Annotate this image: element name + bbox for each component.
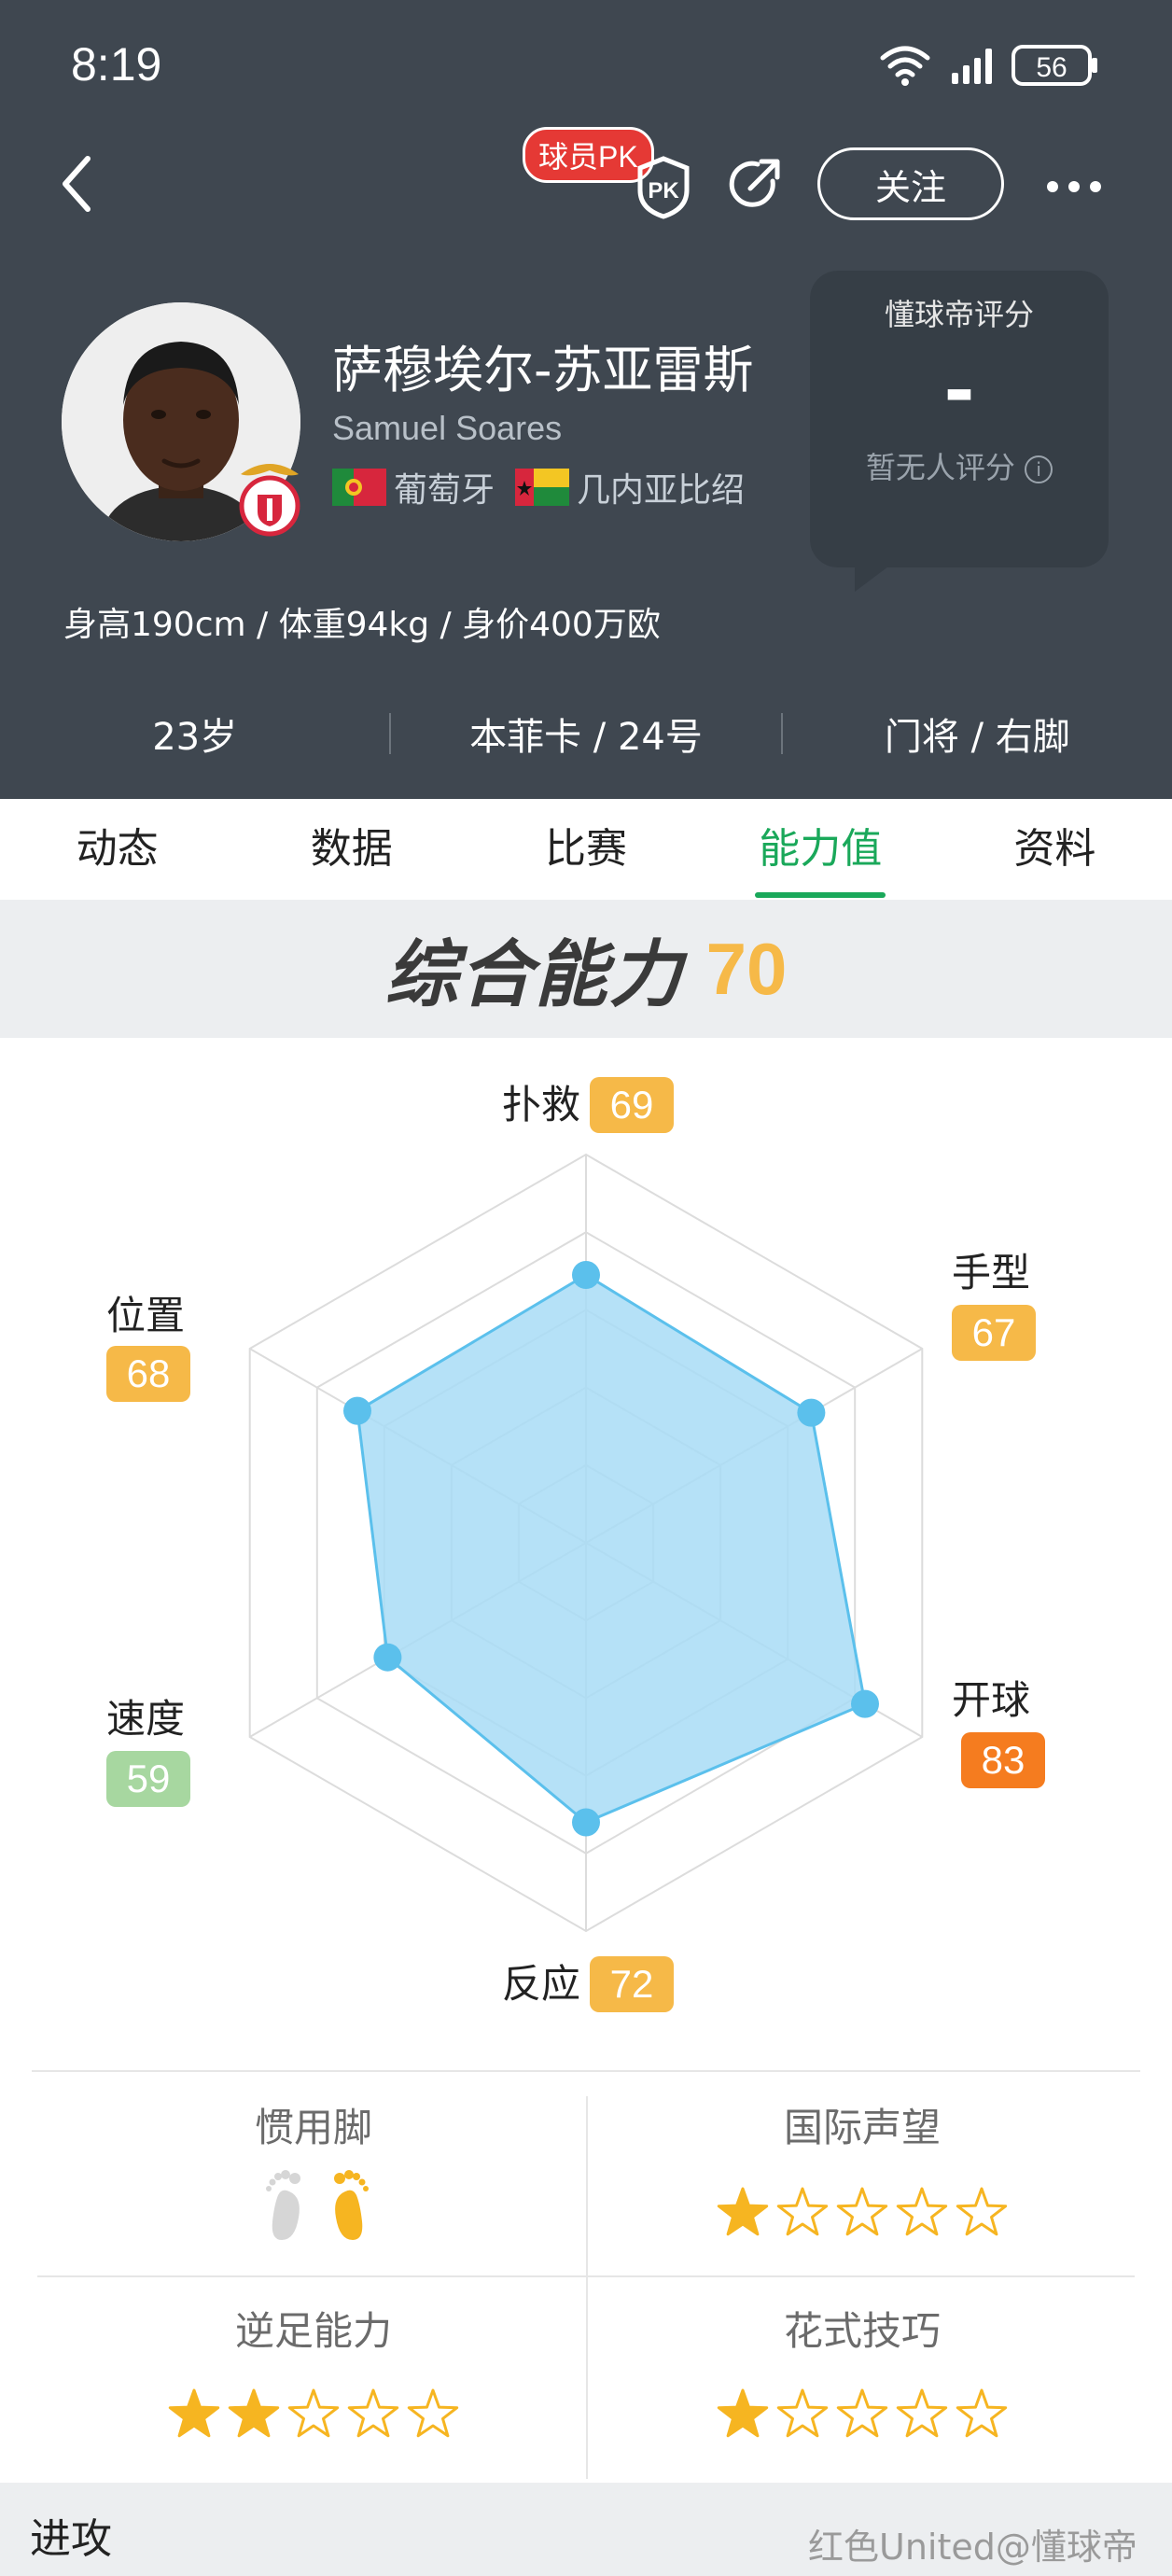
international-reputation-stars [601,2184,1123,2240]
ability-radar-chart: 扑救 69 手型 67 开球 83 反应 72 速度 59 位置 68 [0,1038,1172,2046]
international-reputation-title: 国际声望 [783,2105,941,2150]
nationality-2: 几内亚比绍 [577,471,746,510]
svg-text:PK: PK [648,178,679,203]
meta-club[interactable]: 本菲卡 / 24号 [391,707,780,761]
preferred-foot-title: 惯用脚 [254,2105,372,2150]
star-filled-icon [717,2187,769,2236]
player-header: 8:19 56 球员PK PK 关注 萨穆埃尔-苏亚雷斯 Samuel Soar… [0,0,1172,799]
back-icon[interactable] [56,153,97,215]
star-empty-icon [776,2187,829,2236]
share-icon[interactable] [724,153,786,218]
radar-axis-label: 位置 [106,1293,186,1338]
meta-position: 门将 / 右脚 [884,716,1070,759]
radar-point-3 [851,1689,879,1718]
star-empty-icon [407,2388,459,2438]
tab-ability[interactable]: 能力值 [704,799,938,900]
radar-value-chip: 67 [952,1305,1036,1361]
radar-value-chip: 59 [106,1751,190,1807]
player-name: 萨穆埃尔-苏亚雷斯 [332,341,754,399]
radar-axis-label: 反应 [502,1961,581,2007]
radar-point-2 [797,1398,826,1427]
pk-shield-icon: PK [637,156,690,219]
star-filled-icon [717,2388,769,2438]
portugal-flag-icon [332,469,386,506]
radar-value-chip: 68 [106,1346,190,1402]
weak-foot-title: 逆足能力 [234,2308,392,2354]
tab-matches[interactable]: 比赛 [468,799,703,900]
rating-value: - [943,347,975,434]
radar-axis-label: 手型 [952,1250,1031,1295]
player-bio: 身高190cm / 体重94kg / 身价400万欧 [63,606,661,644]
radar-axis-label: 速度 [106,1696,186,1742]
player-meta-row: 23岁 本菲卡 / 24号 门将 / 右脚 [0,698,1172,769]
section-attack-label[interactable]: 进攻 [30,2505,112,2565]
radar-value-chip: 72 [590,1956,674,2012]
star-empty-icon [287,2388,340,2438]
divider [37,2275,1135,2277]
signal-icon [952,49,992,84]
radar-axis-label: 开球 [952,1677,1031,1723]
rating-box: 懂球帝评分 - 暂无人评分 i [810,271,1109,567]
more-icon[interactable] [1045,179,1103,198]
star-empty-icon [956,2388,1008,2438]
radar-point-6 [343,1396,371,1425]
divider [32,2070,1140,2072]
watermark: 红色United@懂球帝 [808,2527,1137,2568]
weak-foot-stars [52,2386,575,2442]
radar-value-chip: 83 [961,1732,1045,1788]
status-icons: 56 [877,41,1101,88]
preferred-foot-icons [252,2163,383,2247]
divider [586,2096,588,2479]
star-empty-icon [776,2388,829,2438]
tab-feed[interactable]: 动态 [0,799,234,900]
radar-value-chip: 69 [590,1077,674,1133]
info-icon: i [1025,455,1053,483]
skill-moves-stars [601,2386,1123,2442]
star-empty-icon [347,2388,399,2438]
star-filled-icon [168,2388,220,2438]
rating-box-tail [855,564,892,592]
rating-title: 懂球帝评分 [884,297,1034,332]
star-empty-icon [896,2388,948,2438]
player-pk-button[interactable]: 球员PK PK [523,123,691,219]
status-time: 8:19 [71,38,162,91]
star-empty-icon [836,2187,888,2236]
tab-stats[interactable]: 数据 [234,799,468,900]
club-badge-icon [233,454,306,538]
rating-note: 暂无人评分 i [810,444,1109,487]
player-english-name: Samuel Soares [332,409,563,447]
overall-label: 综合能力 [384,933,684,1017]
wifi-icon [880,46,930,77]
follow-button[interactable]: 关注 [817,147,1004,220]
star-empty-icon [956,2187,1008,2236]
meta-age: 23岁 [152,716,238,759]
star-empty-icon [836,2388,888,2438]
radar-point-5 [373,1643,402,1672]
star-empty-icon [896,2187,948,2236]
guinea-bissau-flag-icon [515,469,570,506]
overall-value: 70 [705,927,788,1010]
radar-value-area [356,1273,867,1825]
nationality-1: 葡萄牙 [394,471,495,510]
tab-profile[interactable]: 资料 [938,799,1172,900]
overall-ability-banner: 综合能力 70 [0,900,1172,1038]
right-foot-icon [334,2170,369,2240]
radar-point-4 [572,1808,600,1837]
radar-axis-label: 扑救 [502,1082,581,1127]
radar-point-1 [572,1261,600,1289]
nationality-row: 葡萄牙 几内亚比绍 [332,463,745,511]
left-foot-icon [266,2170,300,2240]
star-filled-icon [228,2388,280,2438]
tab-bar: 动态 数据 比赛 能力值 资料 [0,799,1172,900]
radar-svg [248,1153,924,1933]
skill-moves-title: 花式技巧 [783,2308,941,2354]
battery-level: 56 [1036,52,1067,83]
